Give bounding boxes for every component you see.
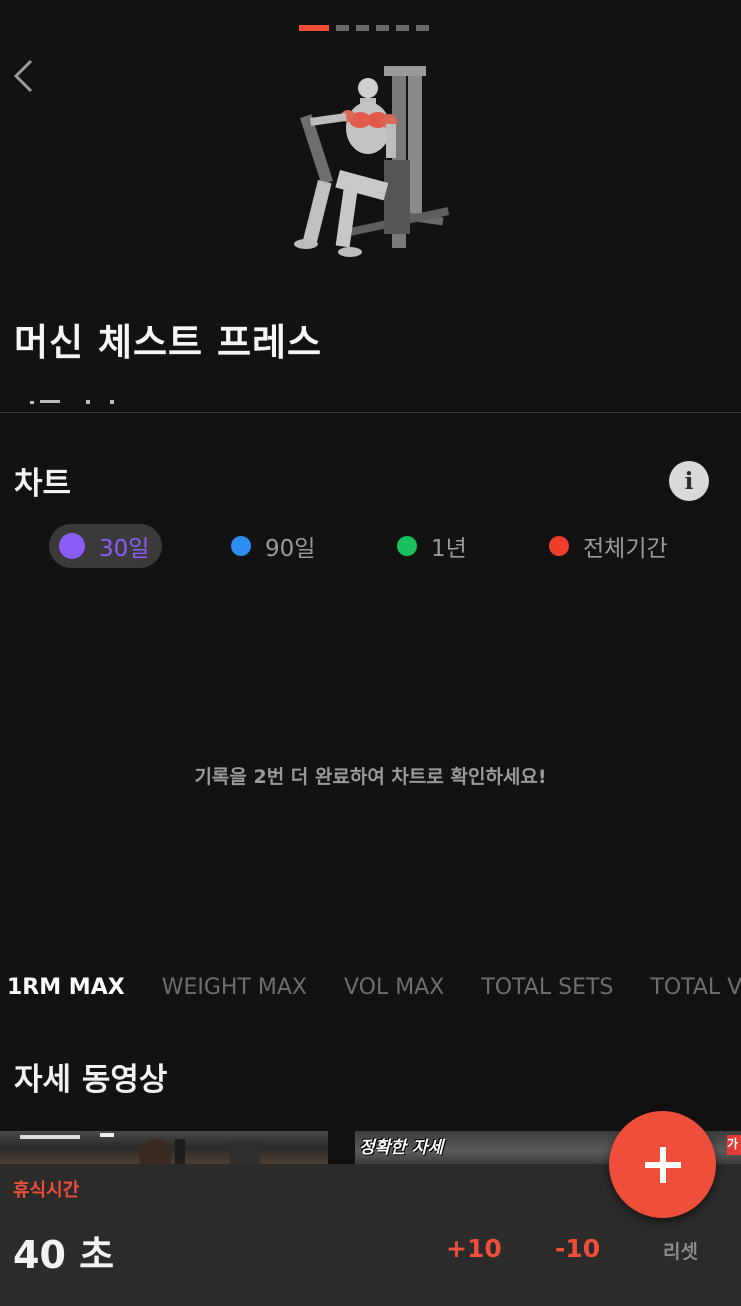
period-dot	[231, 536, 251, 556]
reset-timer-button[interactable]: 리셋	[663, 1237, 698, 1264]
tab-total-volume[interactable]: TOTAL VO	[650, 975, 741, 1000]
page-indicator	[299, 25, 429, 31]
plus-icon	[644, 1146, 681, 1183]
page-indicator-dot	[356, 25, 369, 31]
period-1y[interactable]: 1년	[397, 524, 467, 568]
page-indicator-dot-active	[299, 25, 329, 31]
video-tag: 가	[727, 1135, 741, 1155]
period-dot	[59, 533, 85, 559]
rest-timer-label: 휴식시간	[13, 1180, 80, 1201]
rest-timer-value: 40 초	[13, 1233, 115, 1277]
period-label: 30일	[99, 536, 150, 562]
tab-1rm-max[interactable]: 1RM MAX	[7, 975, 125, 1000]
period-label: 전체기간	[583, 536, 668, 562]
tab-total-sets[interactable]: TOTAL SETS	[481, 975, 613, 1000]
chart-empty-message: 기록을 2번 더 완료하여 차트로 확인하세요!	[194, 766, 547, 788]
page-indicator-dot	[416, 25, 429, 31]
info-icon-glyph: i	[684, 467, 694, 495]
subtract-10-seconds-button[interactable]: -10	[555, 1234, 600, 1263]
muscle-tags-placeholder	[30, 390, 120, 404]
metric-tabs: 1RM MAX WEIGHT MAX VOL MAX TOTAL SETS TOTAL …	[7, 975, 741, 1000]
chart-heading: 차트	[14, 466, 72, 502]
period-label: 90일	[265, 536, 316, 562]
tab-vol-max[interactable]: VOL MAX	[344, 975, 444, 1000]
page-indicator-dot	[376, 25, 389, 31]
period-dot	[397, 536, 417, 556]
period-label: 1년	[431, 536, 467, 562]
period-all[interactable]: 전체기간	[549, 524, 668, 568]
exercise-illustration	[280, 60, 460, 270]
exercise-title: 머신 체스트 프레스	[14, 321, 323, 364]
period-30d[interactable]: 30일	[49, 524, 163, 568]
video-caption: 정확한 자세	[359, 1138, 444, 1158]
info-icon[interactable]: i	[669, 461, 709, 501]
chevron-left-icon[interactable]	[12, 58, 36, 94]
page-indicator-dot	[396, 25, 409, 31]
page-indicator-dot	[336, 25, 349, 31]
add-record-button[interactable]	[609, 1111, 716, 1218]
period-dot	[549, 536, 569, 556]
videos-heading: 자세 동영상	[14, 1062, 168, 1098]
divider	[0, 412, 741, 413]
period-90d[interactable]: 90일	[231, 524, 315, 568]
add-10-seconds-button[interactable]: +10	[446, 1234, 502, 1263]
tab-weight-max[interactable]: WEIGHT MAX	[162, 975, 307, 1000]
